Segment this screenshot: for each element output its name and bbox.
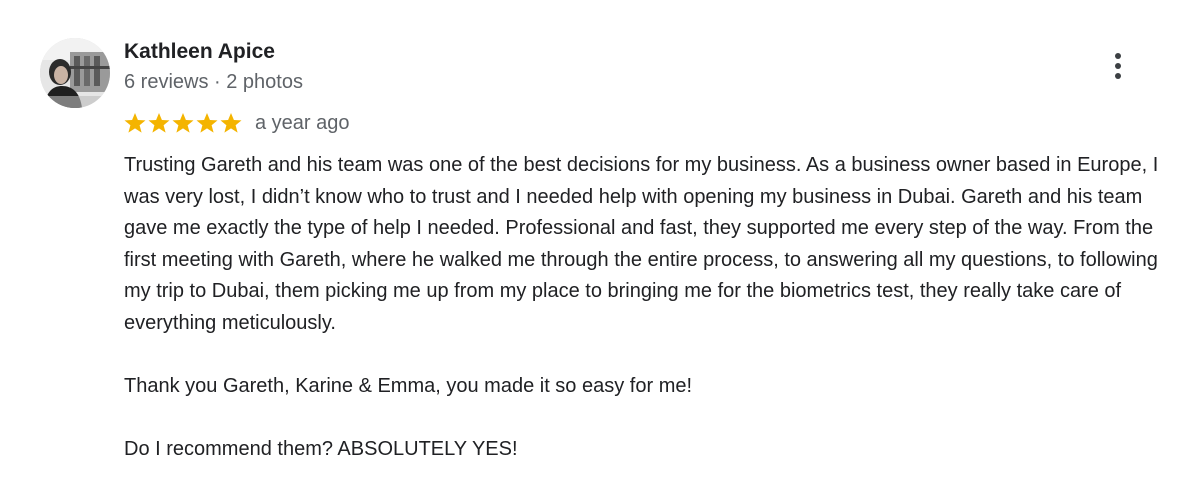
star-icon [196, 113, 218, 133]
star-icon [220, 113, 242, 133]
review-date: a year ago [255, 112, 350, 134]
review-card: Kathleen Apice 6 reviews · 2 photos a ye… [0, 0, 1200, 479]
review-paragraph: Do I recommend them? ABSOLUTELY YES! [124, 437, 518, 460]
review-text: Trusting Gareth and his team was one of … [124, 150, 1184, 465]
more-vertical-icon [1115, 53, 1121, 79]
author-avatar[interactable] [40, 38, 110, 108]
review-paragraph: Thank you Gareth, Karine & Emma, you mad… [124, 374, 693, 397]
star-rating [123, 112, 243, 134]
star-icon [124, 113, 146, 133]
profile-photo-icon [40, 38, 110, 108]
more-options-button[interactable] [1100, 48, 1136, 84]
author-name[interactable]: Kathleen Apice [124, 39, 275, 65]
author-meta[interactable]: 6 reviews · 2 photos [124, 69, 303, 95]
star-icon [172, 113, 194, 133]
review-paragraph: Trusting Gareth and his team was one of … [124, 154, 1159, 334]
rating-row: a year ago [123, 110, 350, 136]
star-icon [148, 113, 170, 133]
